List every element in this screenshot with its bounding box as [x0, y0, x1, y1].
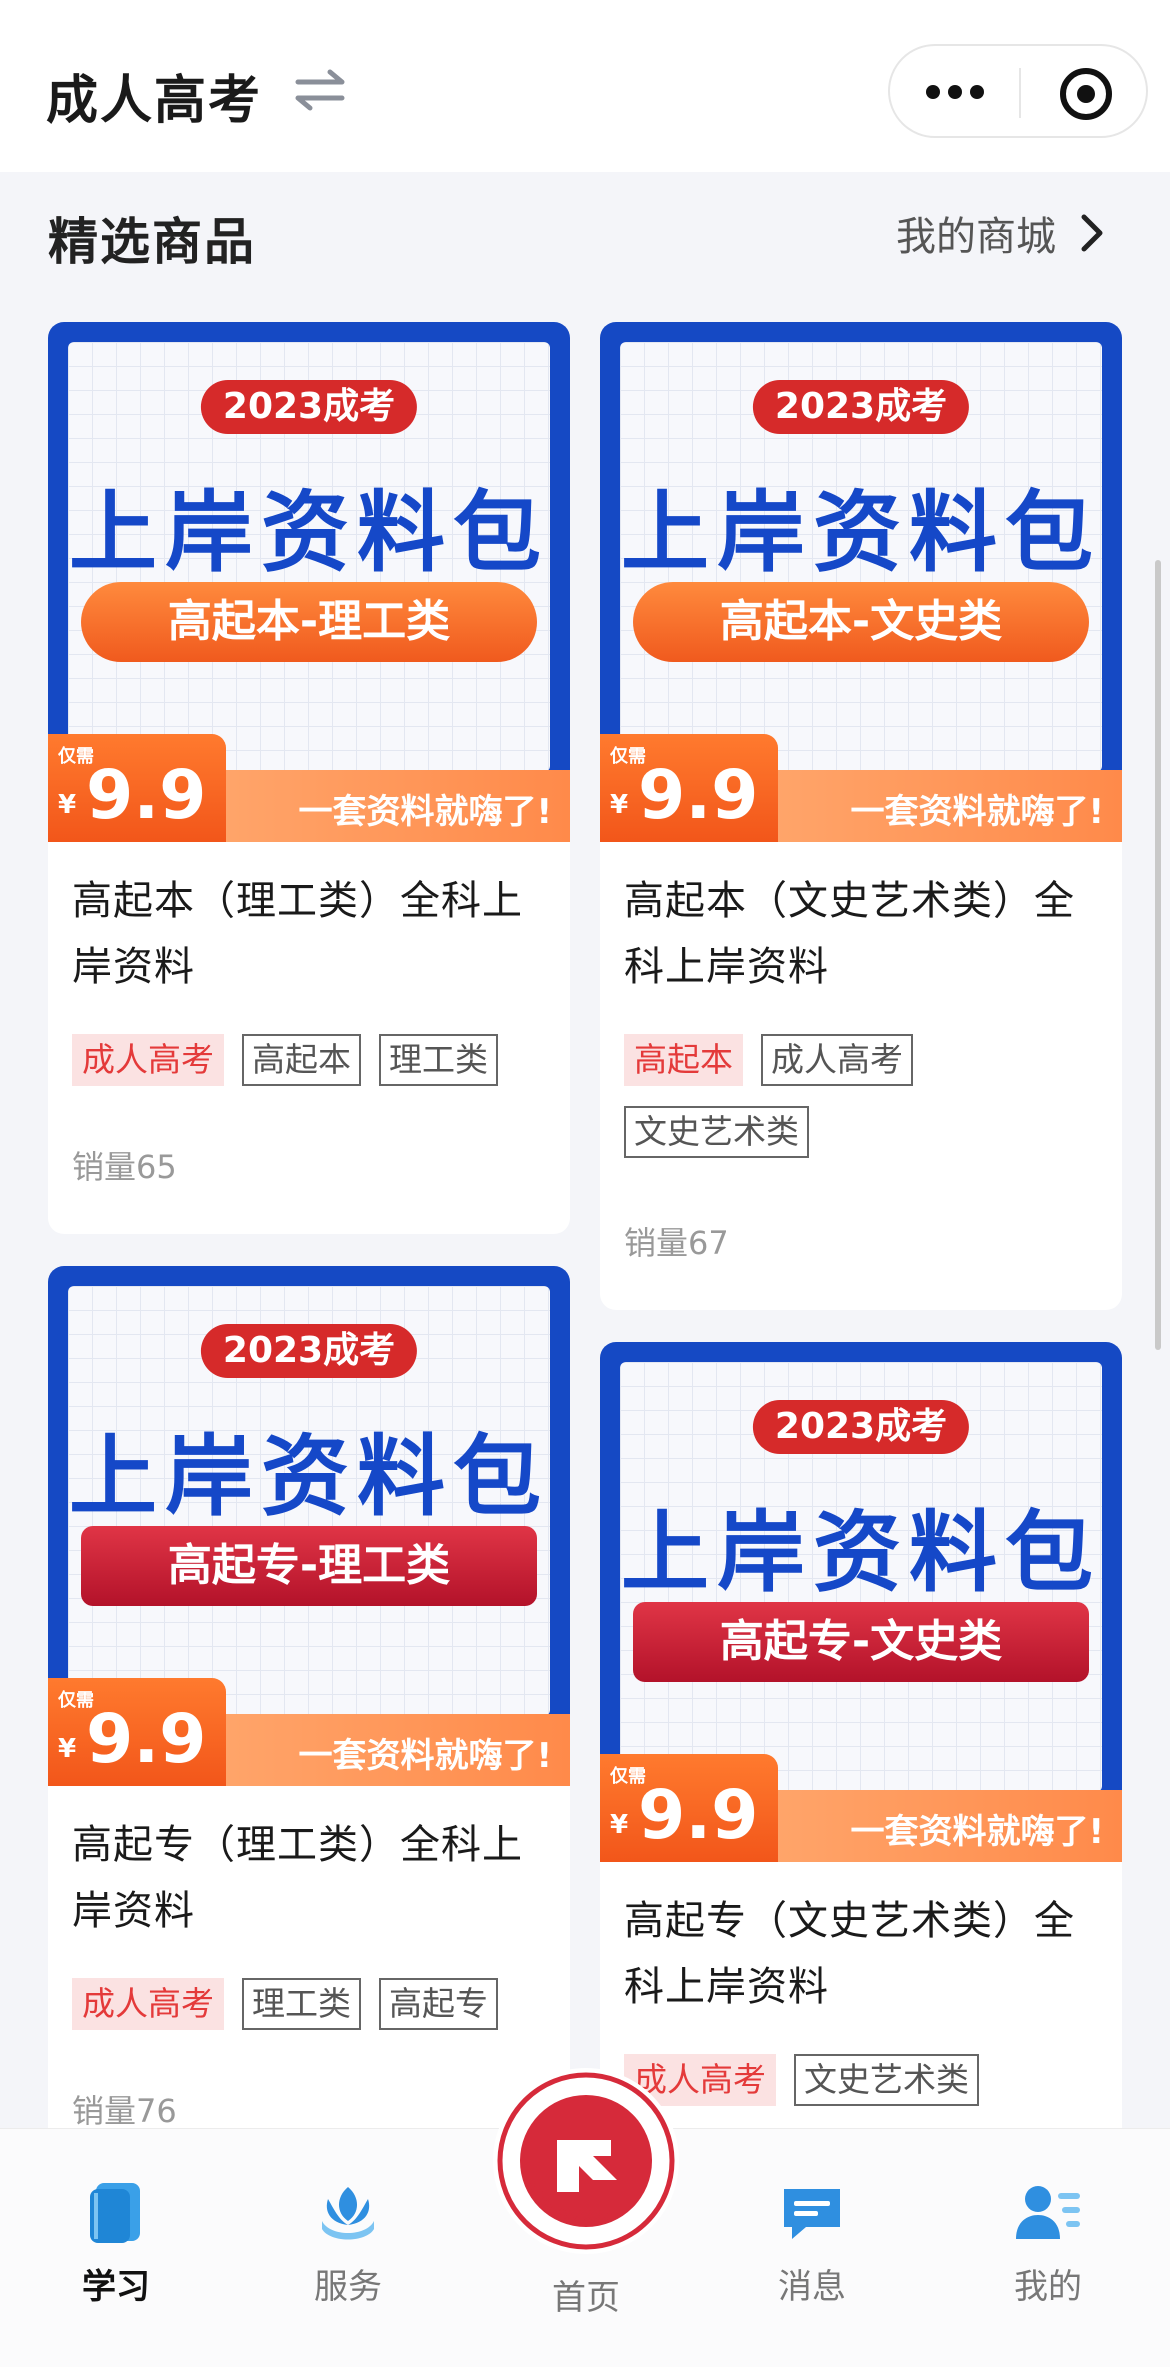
banner-slogan: 一套资料就嗨了!	[298, 1736, 552, 1776]
tab-label: 我的	[1014, 2267, 1082, 2307]
year-badge: 2023成考	[200, 1324, 418, 1378]
tab-label: 服务	[314, 2267, 382, 2307]
product-name: 高起专（理工类）全科上岸资料	[72, 1822, 523, 1934]
more-icon[interactable]	[924, 72, 986, 112]
tab-label: 消息	[778, 2267, 846, 2307]
tag: 理工类	[379, 1034, 498, 1086]
price-box: 仅需 ¥ 9.9	[600, 1754, 778, 1862]
capsule-divider	[1019, 68, 1021, 118]
category-pill: 高起本-理工类	[81, 582, 537, 662]
price-value: 9.9	[638, 756, 759, 835]
tag: 文史艺术类	[794, 2054, 979, 2106]
price-currency: ¥	[58, 1734, 77, 1764]
mini-program-capsule	[888, 44, 1148, 138]
tag: 文史艺术类	[624, 1106, 809, 1158]
product-card[interactable]: 2023成考 上岸资料包 高起专-文史类 一套资料就嗨了! 仅需 ¥ 9.9 高…	[600, 1342, 1122, 2166]
year-badge: 2023成考	[752, 1400, 970, 1454]
year-badge: 2023成考	[752, 380, 970, 434]
product-image: 2023成考 上岸资料包 高起本-文史类 一套资料就嗨了! 仅需 ¥ 9.9	[600, 322, 1122, 842]
sales-count: 销量76	[72, 2092, 177, 2130]
banner-slogan: 一套资料就嗨了!	[850, 1812, 1104, 1852]
switch-icon[interactable]	[290, 62, 350, 118]
banner-headline: 上岸资料包	[620, 481, 1101, 584]
tag-list: 成人高考 理工类 高起专	[72, 1978, 552, 2030]
top-bar: 成人高考	[0, 0, 1170, 172]
tag-list: 成人高考 高起本 理工类	[72, 1034, 552, 1086]
section-title: 精选商品	[48, 213, 256, 271]
price-currency: ¥	[610, 790, 629, 820]
tab-service[interactable]: 服务	[268, 2177, 428, 2308]
product-image: 2023成考 上岸资料包 高起专-文史类 一套资料就嗨了! 仅需 ¥ 9.9	[600, 1342, 1122, 1862]
tag: 成人高考	[761, 1034, 913, 1086]
category-pill: 高起本-文史类	[633, 582, 1089, 662]
price-currency: ¥	[610, 1810, 629, 1840]
tag: 高起专	[379, 1978, 498, 2030]
price-box: 仅需 ¥ 9.9	[48, 734, 226, 842]
tag: 理工类	[242, 1978, 361, 2030]
banner-headline: 上岸资料包	[68, 1425, 549, 1528]
price-value: 9.9	[86, 756, 207, 835]
product-card[interactable]: 2023成考 上岸资料包 高起本-理工类 一套资料就嗨了! 仅需 ¥ 9.9 高…	[48, 322, 570, 1234]
page-title: 成人高考	[46, 71, 263, 131]
tab-label: 首页	[552, 2278, 620, 2318]
user-list-icon	[1016, 2186, 1080, 2239]
tag: 成人高考	[72, 1978, 224, 2030]
product-image: 2023成考 上岸资料包 高起本-理工类 一套资料就嗨了! 仅需 ¥ 9.9	[48, 322, 570, 842]
product-name: 高起本（文史艺术类）全科上岸资料	[624, 878, 1075, 990]
scrollbar[interactable]	[1155, 560, 1161, 1350]
chevron-right-icon	[1081, 214, 1103, 252]
tag-list: 成人高考 文史艺术类	[624, 2054, 1104, 2106]
tag: 成人高考	[72, 1034, 224, 1086]
category-pill: 高起专-文史类	[633, 1602, 1089, 1682]
tab-study[interactable]: 学习	[36, 2177, 196, 2308]
product-image: 2023成考 上岸资料包 高起专-理工类 一套资料就嗨了! 仅需 ¥ 9.9	[48, 1266, 570, 1786]
price-box: 仅需 ¥ 9.9	[600, 734, 778, 842]
brand-logo: cdshldbx.com	[496, 2071, 676, 2251]
product-card[interactable]: 2023成考 上岸资料包 高起专-理工类 一套资料就嗨了! 仅需 ¥ 9.9 高…	[48, 1266, 570, 2166]
tag-list: 高起本 成人高考 文史艺术类	[624, 1034, 1104, 1158]
price-value: 9.9	[86, 1700, 207, 1779]
category-pill: 高起专-理工类	[81, 1526, 537, 1606]
banner-slogan: 一套资料就嗨了!	[850, 792, 1104, 832]
banner-headline: 上岸资料包	[68, 481, 549, 584]
price-value: 9.9	[638, 1776, 759, 1855]
tab-mine[interactable]: 我的	[968, 2177, 1128, 2308]
sales-count: 销量65	[72, 1148, 177, 1186]
lotus-hands-icon	[322, 2187, 374, 2240]
my-mall-link[interactable]: 我的商城	[896, 208, 1110, 260]
product-name: 高起专（文史艺术类）全科上岸资料	[624, 1898, 1075, 2010]
price-currency: ¥	[58, 790, 77, 820]
chat-icon	[784, 2189, 840, 2239]
tab-home[interactable]: cdshldbx.com	[493, 2068, 679, 2254]
price-box: 仅需 ¥ 9.9	[48, 1678, 226, 1786]
tab-messages[interactable]: 消息	[732, 2177, 892, 2308]
year-badge: 2023成考	[200, 380, 418, 434]
tab-label: 学习	[82, 2267, 150, 2307]
product-name: 高起本（理工类）全科上岸资料	[72, 878, 523, 990]
sales-count: 销量67	[624, 1224, 729, 1262]
tag: 高起本	[624, 1034, 743, 1086]
book-icon	[90, 2183, 140, 2243]
tag: 高起本	[242, 1034, 361, 1086]
banner-headline: 上岸资料包	[620, 1501, 1101, 1604]
product-card[interactable]: 2023成考 上岸资料包 高起本-文史类 一套资料就嗨了! 仅需 ¥ 9.9 高…	[600, 322, 1122, 1310]
close-miniprogram-icon[interactable]	[1058, 66, 1114, 122]
my-mall-label: 我的商城	[896, 214, 1056, 260]
banner-slogan: 一套资料就嗨了!	[298, 792, 552, 832]
